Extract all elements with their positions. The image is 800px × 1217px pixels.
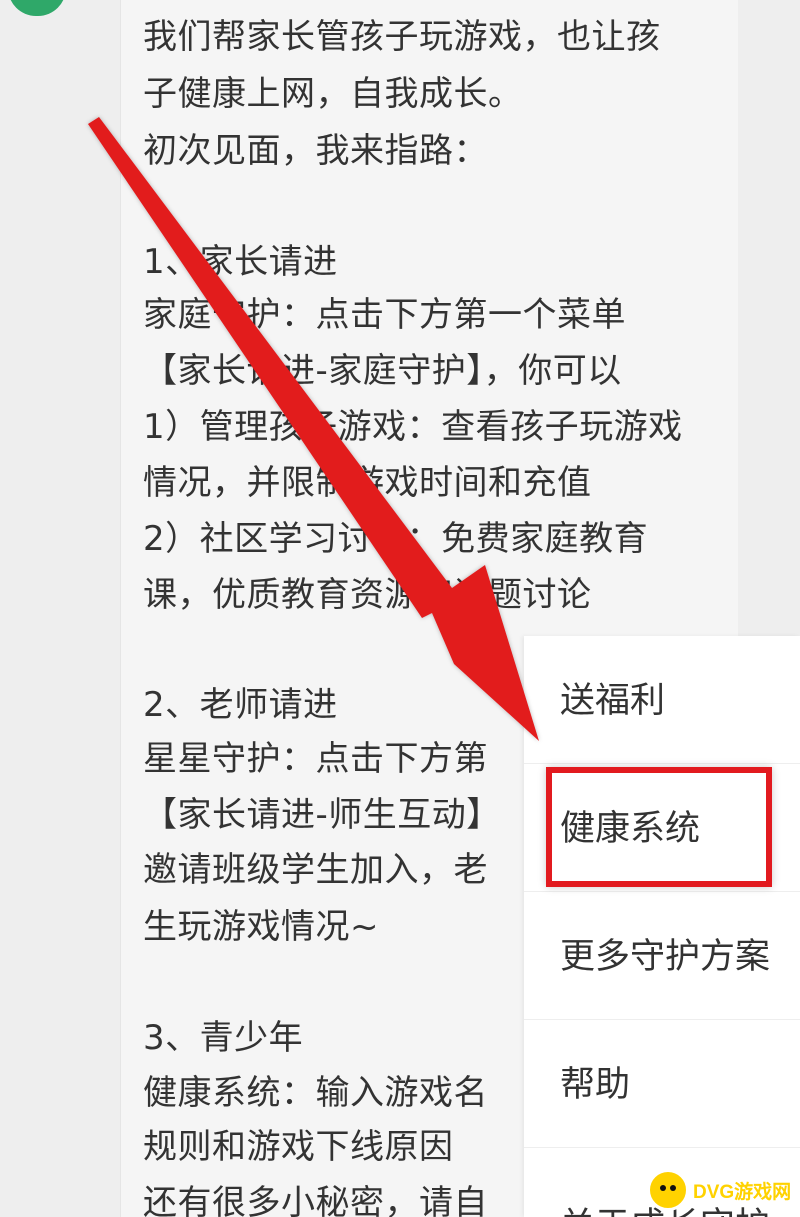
message-line: 1）管理孩子游戏：查看孩子玩游戏 <box>143 407 683 447</box>
message-line: 星星守护：点击下方第 <box>143 739 488 779</box>
message-line: 初次见面，我来指路： <box>143 131 488 171</box>
menu-item-help[interactable]: 帮助 <box>524 1020 800 1148</box>
menu-item-more-protection[interactable]: 更多守护方案 <box>524 892 800 1020</box>
watermark-text: DVG游戏网 <box>693 1182 792 1203</box>
message-line: 2、老师请进 <box>143 685 338 725</box>
message-line: 还有很多小秘密，请自 <box>143 1183 488 1217</box>
avatar <box>8 0 66 16</box>
game-logo-icon <box>647 1169 689 1211</box>
message-line: 2）社区学习讨论：免费家庭教育 <box>143 519 649 559</box>
message-line: 1、家长请进 <box>143 242 338 282</box>
message-line: 【家长请进-家庭守护】，你可以 <box>143 351 622 391</box>
message-line: 3、青少年 <box>143 1018 304 1058</box>
message-line: 我们帮家长管孩子玩游戏，也让孩 <box>143 17 661 57</box>
message-line: 生玩游戏情况~ <box>143 907 379 947</box>
highlight-box <box>546 767 772 887</box>
menu-item-label: 送福利 <box>560 681 666 721</box>
menu-item-label: 帮助 <box>560 1065 631 1105</box>
menu-item-label: 更多守护方案 <box>560 937 771 977</box>
message-line: 邀请班级学生加入，老 <box>143 850 488 890</box>
popup-menu: 送福利 健康系统 更多守护方案 帮助 关于成长守护 <box>524 636 800 1217</box>
menu-item-benefits[interactable]: 送福利 <box>524 636 800 764</box>
chat-screenshot: 我们帮家长管孩子玩游戏，也让孩 子健康上网，自我成长。 初次见面，我来指路： 1… <box>0 0 800 1217</box>
message-line: 子健康上网，自我成长。 <box>143 74 523 114</box>
message-line: 情况，并限制游戏时间和充值 <box>143 463 592 503</box>
message-line: 家庭守护：点击下方第一个菜单 <box>143 295 626 335</box>
message-line: 健康系统：输入游戏名 <box>143 1073 488 1113</box>
message-line: 规则和游戏下线原因 <box>143 1127 454 1167</box>
message-line: 课，优质教育资源和话题讨论 <box>143 575 592 615</box>
watermark: DVG游戏网 <box>647 1159 800 1217</box>
message-line: 【家长请进-师生互动】 <box>143 795 501 835</box>
